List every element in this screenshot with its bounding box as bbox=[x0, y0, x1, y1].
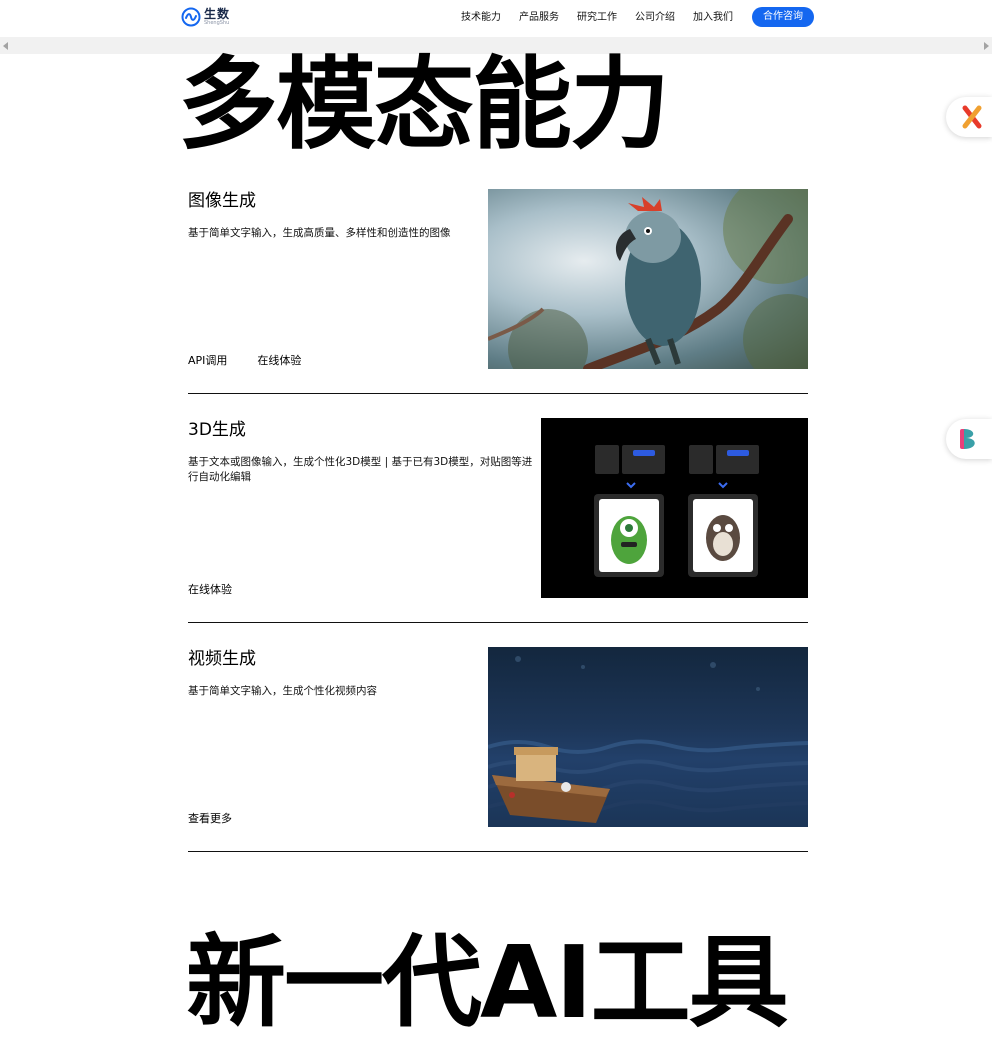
feature-title: 3D生成 bbox=[188, 420, 246, 440]
logo[interactable]: 生数 ShengShu bbox=[181, 7, 230, 27]
3d-models-image bbox=[541, 418, 808, 598]
api-call-link[interactable]: API调用 bbox=[188, 353, 227, 369]
scroll-right-icon[interactable] bbox=[984, 42, 989, 50]
nav-item-about[interactable]: 公司介绍 bbox=[635, 10, 675, 26]
logo-text-en: ShengShu bbox=[204, 20, 230, 26]
b-logo-icon bbox=[960, 429, 975, 449]
top-navigation-bar: 生数 ShengShu 技术能力 产品服务 研究工作 公司介绍 加入我们 合作咨… bbox=[0, 0, 992, 37]
main-nav: 技术能力 产品服务 研究工作 公司介绍 加入我们 bbox=[461, 10, 751, 26]
floating-x-button[interactable] bbox=[946, 97, 992, 137]
boat-video-image bbox=[488, 647, 808, 827]
online-try-link[interactable]: 在线体验 bbox=[257, 353, 301, 369]
logo-mark-icon bbox=[181, 7, 201, 27]
section-divider bbox=[188, 393, 808, 394]
logo-text-cn: 生数 bbox=[204, 7, 231, 21]
online-try-link[interactable]: 在线体验 bbox=[188, 582, 232, 598]
feature-description: 基于简单文字输入，生成个性化视频内容 bbox=[188, 685, 377, 697]
nav-item-products[interactable]: 产品服务 bbox=[519, 10, 559, 26]
nav-item-tech[interactable]: 技术能力 bbox=[461, 10, 501, 26]
nav-item-research[interactable]: 研究工作 bbox=[577, 10, 617, 26]
scroll-left-icon[interactable] bbox=[3, 42, 8, 50]
feature-description: 基于文本或图像输入，生成个性化3D模型 | 基于已有3D模型，对贴图等进行自动化… bbox=[188, 456, 533, 483]
section-divider bbox=[188, 622, 808, 623]
feature-title: 视频生成 bbox=[188, 649, 256, 669]
feature-title: 图像生成 bbox=[188, 191, 256, 211]
section-heading-multimodal: 多模态能力 bbox=[178, 46, 670, 163]
contact-button[interactable]: 合作咨询 bbox=[752, 7, 814, 27]
parrot-image bbox=[488, 189, 808, 369]
section-divider bbox=[188, 851, 808, 852]
section-heading-ai-tools: 新一代AI工具 bbox=[186, 924, 789, 1038]
x-logo-icon bbox=[962, 105, 982, 129]
feature-description: 基于简单文字输入，生成高质量、多样性和创造性的图像 bbox=[188, 227, 451, 239]
nav-item-join[interactable]: 加入我们 bbox=[693, 10, 733, 26]
view-more-link[interactable]: 查看更多 bbox=[188, 811, 232, 827]
floating-b-button[interactable] bbox=[946, 419, 992, 459]
